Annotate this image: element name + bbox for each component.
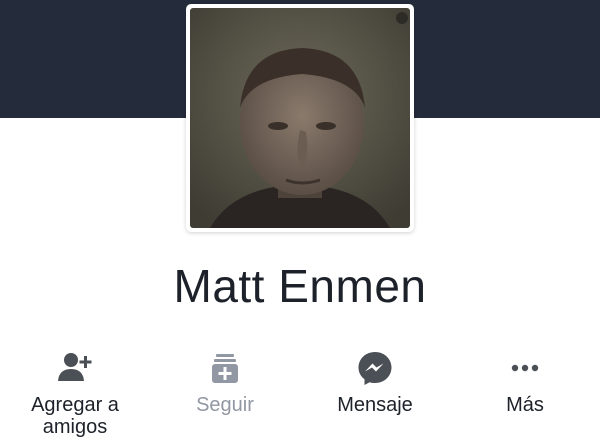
messenger-icon bbox=[358, 352, 392, 385]
profile-name: Matt Enmen bbox=[173, 260, 427, 312]
message-button[interactable]: Mensaje bbox=[300, 344, 450, 429]
message-label: Mensaje bbox=[337, 394, 413, 416]
add-friend-button[interactable]: Agregar a amigos bbox=[0, 344, 150, 438]
add-friend-icon bbox=[58, 353, 92, 381]
profile-action-bar: Agregar a amigos Seguir Mensaje Más bbox=[0, 344, 600, 438]
follow-icon bbox=[212, 354, 238, 383]
add-friend-label: Agregar a amigos bbox=[31, 394, 119, 438]
profile-picture[interactable] bbox=[186, 4, 414, 232]
more-dots-icon bbox=[511, 364, 539, 372]
more-label: Más bbox=[506, 394, 544, 416]
profile-photo-image bbox=[190, 8, 410, 228]
follow-label: Seguir bbox=[196, 394, 254, 416]
follow-button[interactable]: Seguir bbox=[150, 344, 300, 429]
more-button[interactable]: Más bbox=[450, 344, 600, 429]
